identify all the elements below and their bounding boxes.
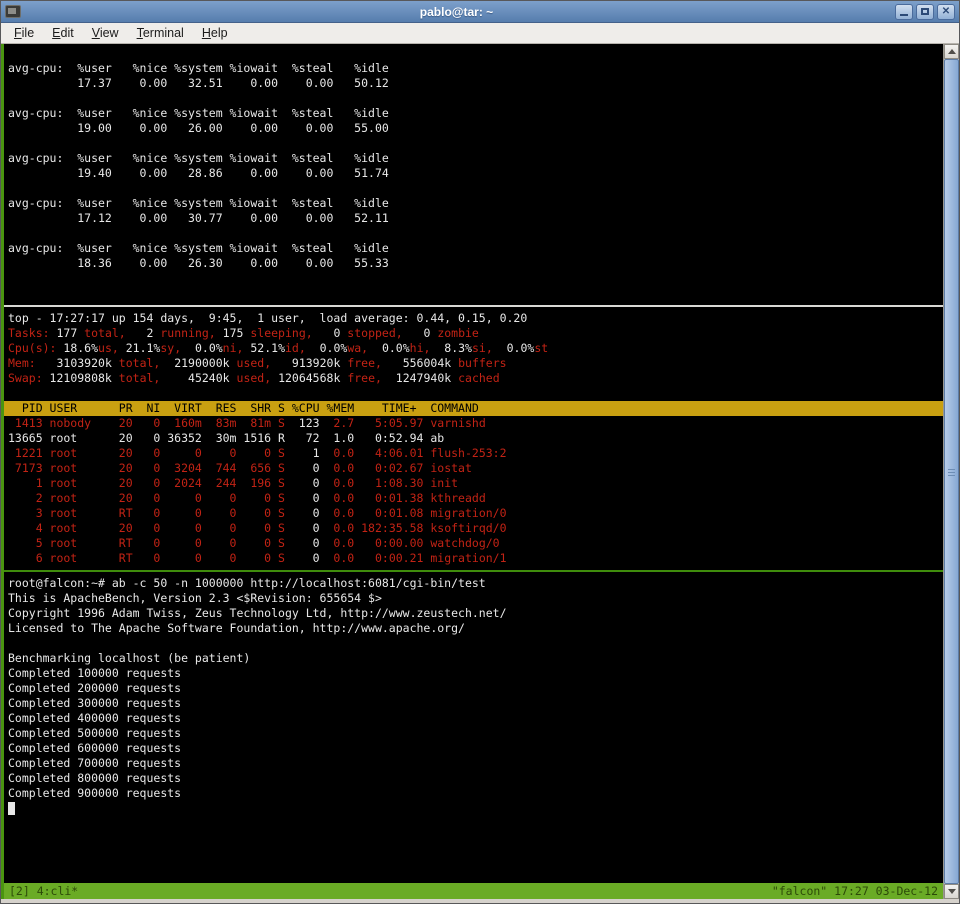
- close-icon: ✕: [942, 7, 950, 17]
- terminal-line: [8, 136, 943, 151]
- terminal-line: Completed 200000 requests: [8, 681, 943, 696]
- terminal-line: 13665 root 20 0 36352 30m 1516 R 72 1.0 …: [8, 431, 943, 446]
- terminal-area: avg-cpu: %user %nice %system %iowait %st…: [1, 44, 959, 899]
- terminal-line: 7173 root 20 0 3204 744 656 S 0 0.0 0:02…: [8, 461, 943, 476]
- terminal-line: Completed 300000 requests: [8, 696, 943, 711]
- terminal-line: Completed 100000 requests: [8, 666, 943, 681]
- minimize-icon: [900, 14, 908, 16]
- window-menu-icon[interactable]: [5, 5, 21, 18]
- terminal-line: 5 root RT 0 0 0 0 S 0 0.0 0:00.00 watchd…: [8, 536, 943, 551]
- terminal-line: 1413 nobody 20 0 160m 83m 81m S 123 2.7 …: [8, 416, 943, 431]
- scrollbar-thumb[interactable]: [944, 59, 959, 884]
- maximize-button[interactable]: [916, 4, 934, 20]
- terminal-line: Completed 500000 requests: [8, 726, 943, 741]
- split-divider-green: [8, 566, 943, 576]
- menubar: FileEditViewTerminalHelp: [1, 23, 959, 44]
- terminal-line: [8, 46, 943, 61]
- terminal-line: root@falcon:~# ab -c 50 -n 1000000 http:…: [8, 576, 943, 591]
- terminal-line: 17.12 0.00 30.77 0.00 0.00 52.11: [8, 211, 943, 226]
- terminal-line: Cpu(s): 18.6%us, 21.1%sy, 0.0%ni, 52.1%i…: [8, 341, 943, 356]
- terminal-line: Mem: 3103920k total, 2190000k used, 9139…: [8, 356, 943, 371]
- scroll-up-button[interactable]: [944, 44, 959, 59]
- terminal-line: [8, 271, 943, 286]
- menu-item-terminal[interactable]: Terminal: [128, 24, 193, 42]
- terminal-line: [8, 181, 943, 196]
- scrollbar[interactable]: [943, 44, 959, 899]
- split-divider-gray: [8, 301, 943, 311]
- terminal-line: 1221 root 20 0 0 0 0 S 1 0.0 4:06.01 flu…: [8, 446, 943, 461]
- terminal-line: 4 root 20 0 0 0 0 S 0 0.0 182:35.58 ksof…: [8, 521, 943, 536]
- terminal-line: avg-cpu: %user %nice %system %iowait %st…: [8, 151, 943, 166]
- window-bottom-border: [1, 899, 959, 903]
- terminal-line: Completed 900000 requests: [8, 786, 943, 801]
- titlebar[interactable]: pablo@tar: ~ ✕: [1, 1, 959, 23]
- terminal-line: 19.00 0.00 26.00 0.00 0.00 55.00: [8, 121, 943, 136]
- terminal-line: [8, 386, 943, 401]
- terminal-line: 18.36 0.00 26.30 0.00 0.00 55.33: [8, 256, 943, 271]
- terminal-line: 19.40 0.00 28.86 0.00 0.00 51.74: [8, 166, 943, 181]
- terminal-line: [8, 636, 943, 651]
- terminal-line: Tasks: 177 total, 2 running, 175 sleepin…: [8, 326, 943, 341]
- terminal-line: Swap: 12109808k total, 45240k used, 1206…: [8, 371, 943, 386]
- text-cursor: [8, 802, 15, 815]
- terminal-line: top - 17:27:17 up 154 days, 9:45, 1 user…: [8, 311, 943, 326]
- thumb-grip-icon: [948, 472, 955, 473]
- terminal-line: [8, 91, 943, 106]
- menu-item-help[interactable]: Help: [193, 24, 237, 42]
- terminal-line: Licensed to The Apache Software Foundati…: [8, 621, 943, 636]
- terminal-line: 1 root 20 0 2024 244 196 S 0 0.0 1:08.30…: [8, 476, 943, 491]
- menu-item-file[interactable]: File: [5, 24, 43, 42]
- terminal-line: This is ApacheBench, Version 2.3 <$Revis…: [8, 591, 943, 606]
- terminal-line: 3 root RT 0 0 0 0 S 0 0.0 0:01.08 migrat…: [8, 506, 943, 521]
- terminal-line: Copyright 1996 Adam Twiss, Zeus Technolo…: [8, 606, 943, 621]
- terminal-line: Completed 400000 requests: [8, 711, 943, 726]
- terminal-line: Completed 700000 requests: [8, 756, 943, 771]
- terminal-line: Completed 600000 requests: [8, 741, 943, 756]
- minimize-button[interactable]: [895, 4, 913, 20]
- menu-item-edit[interactable]: Edit: [43, 24, 83, 42]
- terminal-line: 2 root 20 0 0 0 0 S 0 0.0 0:01.38 kthrea…: [8, 491, 943, 506]
- terminal-line: avg-cpu: %user %nice %system %iowait %st…: [8, 61, 943, 76]
- terminal-line: avg-cpu: %user %nice %system %iowait %st…: [8, 196, 943, 211]
- window-title: pablo@tar: ~: [21, 5, 892, 19]
- status-right-host-clock: "falcon" 17:27 03-Dec-12: [772, 884, 938, 899]
- terminal-line: [8, 226, 943, 241]
- arrow-up-icon: [948, 49, 956, 54]
- cursor-line: [8, 801, 943, 816]
- process-table-header: PID USER PR NI VIRT RES SHR S %CPU %MEM …: [4, 401, 943, 416]
- maximize-icon: [921, 8, 929, 15]
- close-button[interactable]: ✕: [937, 4, 955, 20]
- terminal-window: pablo@tar: ~ ✕ FileEditViewTerminalHelp …: [0, 0, 960, 904]
- terminal-line: 6 root RT 0 0 0 0 S 0 0.0 0:00.21 migrat…: [8, 551, 943, 566]
- status-left-window-list: [2] 4:cli*: [9, 884, 78, 899]
- menu-item-view[interactable]: View: [83, 24, 128, 42]
- terminal-line: Benchmarking localhost (be patient): [8, 651, 943, 666]
- terminal-line: 17.37 0.00 32.51 0.00 0.00 50.12: [8, 76, 943, 91]
- arrow-down-icon: [948, 889, 956, 894]
- terminal-line: avg-cpu: %user %nice %system %iowait %st…: [8, 106, 943, 121]
- terminal-line: avg-cpu: %user %nice %system %iowait %st…: [8, 241, 943, 256]
- terminal-line: Completed 800000 requests: [8, 771, 943, 786]
- terminal-line: [8, 286, 943, 301]
- terminal-screen[interactable]: avg-cpu: %user %nice %system %iowait %st…: [1, 44, 943, 899]
- screen-status-bar: [2] 4:cli* "falcon" 17:27 03-Dec-12: [4, 883, 943, 899]
- scroll-down-button[interactable]: [944, 884, 959, 899]
